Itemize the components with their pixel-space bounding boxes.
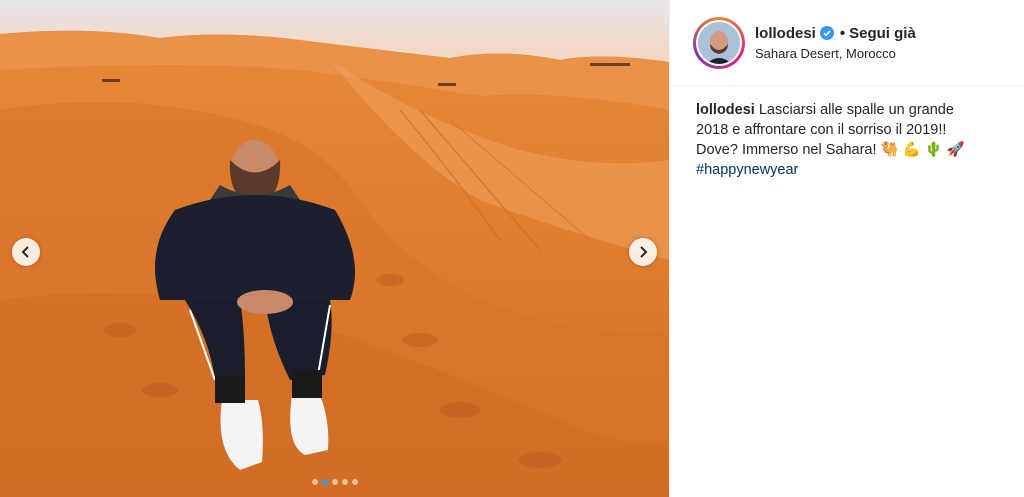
- avatar-image: [698, 21, 740, 64]
- post-photo[interactable]: [0, 0, 669, 497]
- carousel-dot: [311, 479, 318, 485]
- username-link[interactable]: lollodesi: [755, 25, 816, 42]
- caption-emoji-muscle: 💪: [902, 142, 921, 158]
- hashtag-link[interactable]: #happynewyear: [696, 162, 798, 178]
- caption-emoji-rocket: 🚀: [946, 142, 965, 158]
- desert-photo-illustration: [0, 0, 669, 497]
- location-link[interactable]: Sahara Desert, Morocco: [755, 46, 916, 61]
- post-side-panel: lollodesi • Segui già Sahara Desert, Mor…: [669, 0, 1024, 497]
- chevron-left-icon: [21, 246, 29, 258]
- post-caption: lollodesi Lasciarsi alle spalle un grand…: [670, 86, 1024, 180]
- caption-text-line3: Dove? Immerso nel Sahara!: [696, 142, 877, 158]
- verified-badge-icon: [819, 26, 834, 40]
- carousel-dot: [331, 479, 338, 485]
- instagram-post: lollodesi • Segui già Sahara Desert, Mor…: [0, 0, 1024, 497]
- carousel-indicator: [0, 479, 669, 485]
- avatar[interactable]: [693, 16, 745, 69]
- chevron-right-icon: [640, 246, 648, 258]
- caption-text-line1: Lasciarsi alle spalle un grande: [758, 102, 954, 118]
- carousel-dot: [351, 479, 358, 485]
- caption-emoji-cactus: 🌵: [924, 142, 943, 158]
- next-slide-button[interactable]: [629, 238, 657, 266]
- caption-text-line2: 2018 e affrontare con il sorriso il 2019…: [696, 122, 947, 138]
- post-header: lollodesi • Segui già Sahara Desert, Mor…: [670, 0, 1024, 86]
- carousel-dot: [341, 479, 348, 485]
- carousel-dot: [321, 479, 328, 485]
- caption-emoji-camel: 🐫: [880, 142, 899, 158]
- following-button[interactable]: Segui già: [849, 25, 916, 42]
- previous-slide-button[interactable]: [12, 238, 40, 266]
- caption-username-link[interactable]: lollodesi: [696, 102, 755, 118]
- follow-separator: •: [839, 24, 846, 42]
